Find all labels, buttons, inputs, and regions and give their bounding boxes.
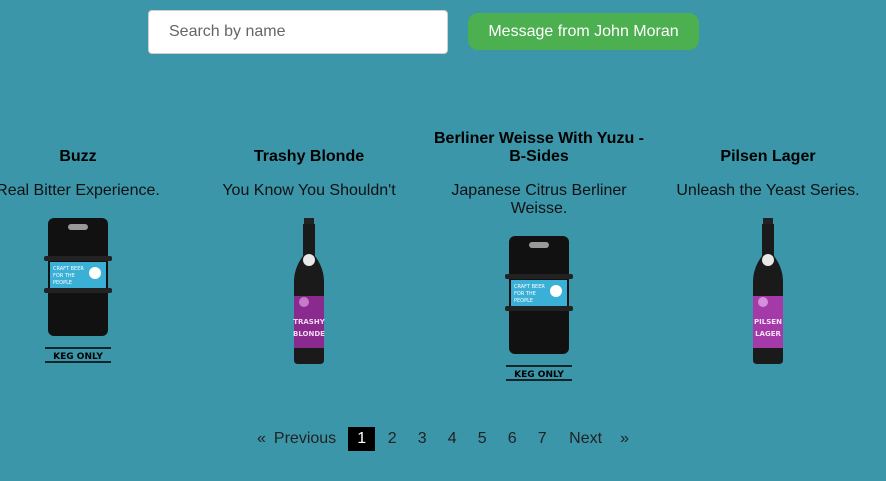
previous-page-link[interactable]: Previous [274, 430, 336, 448]
beer-tagline: You Know You Shouldn't [222, 182, 396, 199]
keg-label-text: CRAFT BEER [514, 284, 545, 290]
page-link-5[interactable]: 5 [467, 430, 497, 448]
bottle-icon: TRASHY BLONDE [293, 218, 326, 364]
page-link-7[interactable]: 7 [527, 430, 557, 448]
next-page-link[interactable]: Next [569, 430, 602, 448]
keg-label-text: PEOPLE [514, 298, 533, 304]
page-link-3[interactable]: 3 [407, 430, 437, 448]
bottle-label-text: LAGER [755, 330, 781, 338]
page-link-6[interactable]: 6 [497, 430, 527, 448]
beer-tagline: Unleash the Yeast Series. [676, 182, 860, 199]
beer-name: Berliner Weisse With Yuzu - B-Sides [434, 130, 644, 165]
bottle-icon: PILSEN LAGER [753, 218, 783, 364]
page-link-1[interactable]: 1 [348, 427, 376, 451]
keg-label-text: PEOPLE [53, 280, 72, 286]
keg-only-label: KEG ONLY [514, 370, 564, 380]
keg-label-text: FOR THE [53, 273, 75, 279]
search-input[interactable] [148, 10, 448, 54]
beer-name: Buzz [59, 148, 97, 165]
beer-tagline: Japanese Citrus Berliner Weisse. [451, 182, 627, 217]
beer-card-trashy-blonde[interactable]: Trashy Blonde You Know You Shouldn't TRA… [194, 130, 424, 366]
beer-card-buzz[interactable]: Buzz Real Bitter Experience. CRAFT BEER … [0, 130, 193, 366]
beer-name: Pilsen Lager [720, 148, 816, 165]
pagination: « Previous 1 2 3 4 5 6 7 Next » [0, 427, 886, 451]
keg-label-text: FOR THE [514, 291, 536, 297]
beer-card-pilsen-lager[interactable]: Pilsen Lager Unleash the Yeast Series. P… [653, 130, 883, 366]
beer-tagline: Real Bitter Experience. [0, 182, 160, 199]
keg-only-label: KEG ONLY [53, 352, 103, 362]
page-link-4[interactable]: 4 [437, 430, 467, 448]
last-page-link[interactable]: » [620, 430, 629, 448]
keg-label-text: CRAFT BEER [53, 266, 84, 272]
keg-icon: CRAFT BEER FOR THE PEOPLE KEG ONLY [44, 218, 112, 363]
message-button[interactable]: Message from John Moran [468, 13, 699, 50]
bottle-label-text: BLONDE [293, 330, 325, 338]
page-link-2[interactable]: 2 [377, 430, 407, 448]
bottle-label-text: TRASHY [293, 318, 325, 326]
beer-name: Trashy Blonde [253, 148, 365, 165]
keg-icon: CRAFT BEER FOR THE PEOPLE KEG ONLY [505, 236, 573, 381]
first-page-link[interactable]: « [257, 430, 266, 448]
beer-card-berliner-weisse[interactable]: Berliner Weisse With Yuzu - B-Sides Japa… [424, 130, 654, 384]
bottle-label-text: PILSEN [754, 318, 782, 326]
